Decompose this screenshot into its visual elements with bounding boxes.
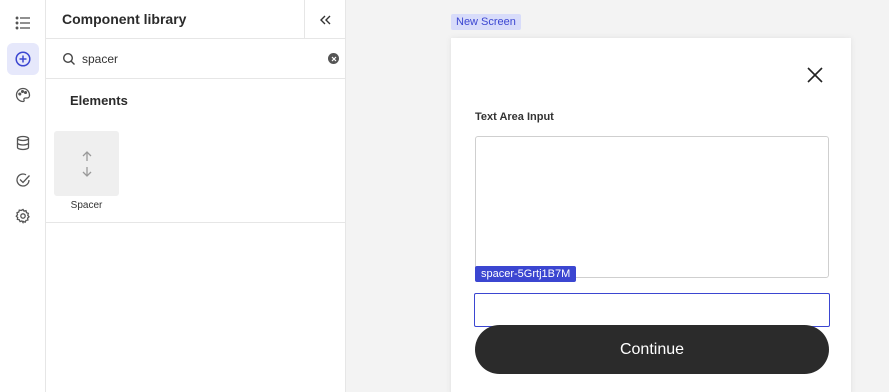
close-icon (807, 67, 823, 83)
collapse-panel-button[interactable] (304, 0, 345, 39)
clear-search-button[interactable] (328, 53, 339, 64)
text-area-input[interactable] (475, 136, 829, 278)
list-icon[interactable] (7, 7, 39, 39)
text-area-label: Text Area Input (475, 111, 554, 123)
screen-tag[interactable]: New Screen (451, 14, 521, 30)
double-chevron-left-icon (320, 15, 331, 24)
continue-button[interactable]: Continue (475, 325, 829, 374)
spacer-element-tile[interactable] (54, 131, 119, 196)
close-button[interactable] (805, 65, 825, 85)
panel-title: Component library (62, 11, 187, 27)
clear-icon (331, 56, 336, 61)
spacer-component[interactable] (474, 293, 830, 327)
section-title-elements: Elements (70, 93, 128, 108)
add-circle-icon[interactable] (7, 43, 39, 75)
gear-icon[interactable] (7, 200, 39, 232)
divider (46, 222, 346, 223)
database-icon[interactable] (7, 127, 39, 159)
search-row (46, 39, 345, 79)
search-icon (62, 52, 75, 65)
palette-icon[interactable] (7, 79, 39, 111)
component-library-panel: Component library Elements Spacer (46, 0, 346, 392)
spacer-element-label: Spacer (70, 200, 103, 211)
screen-preview: Text Area Input spacer-5Grtj1B7M Continu… (451, 38, 851, 392)
nav-rail (0, 0, 46, 392)
check-circle-icon[interactable] (7, 164, 39, 196)
panel-header: Component library (46, 0, 345, 39)
vertical-arrows-icon (82, 150, 91, 177)
spacer-id-badge: spacer-5Grtj1B7M (475, 266, 577, 282)
search-input[interactable] (82, 49, 322, 69)
